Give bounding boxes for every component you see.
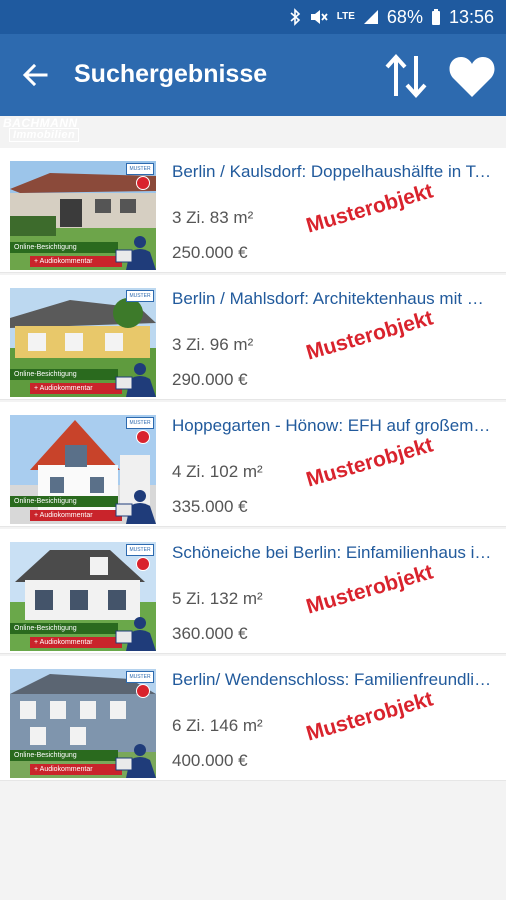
sample-object-stamp: Musterobjekt	[303, 306, 436, 365]
listing-card[interactable]: MUSTER Online-Besichtigung + Audiokommen…	[0, 275, 506, 400]
listing-price: 360.000 €	[172, 624, 248, 643]
battery-percent: 68%	[386, 6, 423, 27]
listing-rooms-area: 5 Zi. 132 m²	[172, 589, 263, 608]
sample-object-stamp: Musterobjekt	[303, 687, 436, 746]
listing-price: 335.000 €	[172, 497, 248, 516]
bluetooth-icon	[289, 8, 301, 26]
person-with-tablet-icon	[115, 490, 156, 524]
no-entry-icon	[136, 176, 150, 190]
app-bar: Suchergebnisse BACHMANN Immobilien	[0, 34, 506, 142]
audio-banner: + Audiokommentar	[30, 510, 122, 521]
no-entry-icon	[136, 430, 150, 444]
listing-rooms-area: 4 Zi. 102 m²	[172, 462, 263, 481]
listing-price: 250.000 €	[172, 243, 248, 262]
no-entry-icon	[136, 557, 150, 571]
listing-title: Berlin / Mahlsdorf: Architektenhaus mit …	[172, 289, 494, 308]
audio-banner: + Audiokommentar	[30, 637, 122, 648]
sort-button[interactable]	[382, 50, 430, 102]
listing-card[interactable]: MUSTER Online-Besichtigung + Audiokommen…	[0, 529, 506, 654]
online-tour-banner: Online-Besichtigung	[10, 369, 118, 380]
sample-badge: MUSTER	[126, 417, 154, 429]
sample-badge: MUSTER	[126, 544, 154, 556]
listing-title: Schöneiche bei Berlin: Einfamilienhaus i…	[172, 543, 494, 562]
listing-card[interactable]: MUSTER Online-Besichtigung + Audiokommen…	[0, 656, 506, 781]
clock: 13:56	[448, 6, 494, 27]
network-type-label: LTE	[336, 11, 355, 22]
audio-banner: + Audiokommentar	[30, 764, 122, 775]
listing-thumbnail: MUSTER Online-Besichtigung + Audiokommen…	[10, 161, 156, 270]
logo-line2: Immobilien	[9, 128, 80, 142]
mute-icon	[309, 8, 329, 26]
sample-object-stamp: Musterobjekt	[303, 433, 436, 492]
online-tour-banner: Online-Besichtigung	[10, 496, 118, 507]
person-with-tablet-icon	[115, 617, 156, 651]
heart-icon	[449, 57, 495, 97]
audio-banner: + Audiokommentar	[30, 383, 122, 394]
person-with-tablet-icon	[115, 236, 156, 270]
arrow-left-icon	[22, 63, 48, 87]
listing-title: Berlin / Kaulsdorf: Doppelhaushälfte in …	[172, 162, 494, 181]
battery-icon	[431, 8, 441, 26]
audio-banner: + Audiokommentar	[30, 256, 122, 267]
no-entry-icon	[136, 684, 150, 698]
sample-badge: MUSTER	[126, 290, 154, 302]
status-bar: LTE 68% 13:56	[0, 0, 506, 34]
listing-thumbnail: MUSTER Online-Besichtigung + Audiokommen…	[10, 542, 156, 651]
listing-rooms-area: 6 Zi. 146 m²	[172, 716, 263, 735]
listing-thumbnail: MUSTER Online-Besichtigung + Audiokommen…	[10, 415, 156, 524]
sample-badge: MUSTER	[126, 163, 154, 175]
favorites-button[interactable]	[446, 54, 498, 100]
sort-arrows-icon	[385, 54, 427, 98]
bachmann-logo: BACHMANN Immobilien	[3, 116, 105, 142]
signal-icon	[363, 9, 379, 25]
back-button[interactable]	[16, 56, 54, 94]
listing-card[interactable]: MUSTER Online-Besichtigung + Audiokommen…	[0, 148, 506, 273]
listing-thumbnail: MUSTER Online-Besichtigung + Audiokommen…	[10, 288, 156, 397]
listing-thumbnail: MUSTER Online-Besichtigung + Audiokommen…	[10, 669, 156, 778]
page-title: Suchergebnisse	[74, 60, 268, 88]
listing-rooms-area: 3 Zi. 96 m²	[172, 335, 254, 354]
sample-object-stamp: Musterobjekt	[303, 179, 436, 238]
listing-price: 290.000 €	[172, 370, 248, 389]
online-tour-banner: Online-Besichtigung	[10, 242, 118, 253]
online-tour-banner: Online-Besichtigung	[10, 750, 118, 761]
sample-badge: MUSTER	[126, 671, 154, 683]
listing-price: 400.000 €	[172, 751, 248, 770]
listing-card[interactable]: MUSTER Online-Besichtigung + Audiokommen…	[0, 402, 506, 527]
listing-title: Hoppegarten - Hönow: EFH auf großem Grun…	[172, 416, 494, 435]
person-with-tablet-icon	[115, 363, 156, 397]
listing-title: Berlin/ Wendenschloss: Familienfreundlic…	[172, 670, 494, 689]
sample-object-stamp: Musterobjekt	[303, 560, 436, 619]
person-with-tablet-icon	[115, 744, 156, 778]
online-tour-banner: Online-Besichtigung	[10, 623, 118, 634]
listing-rooms-area: 3 Zi. 83 m²	[172, 208, 254, 227]
